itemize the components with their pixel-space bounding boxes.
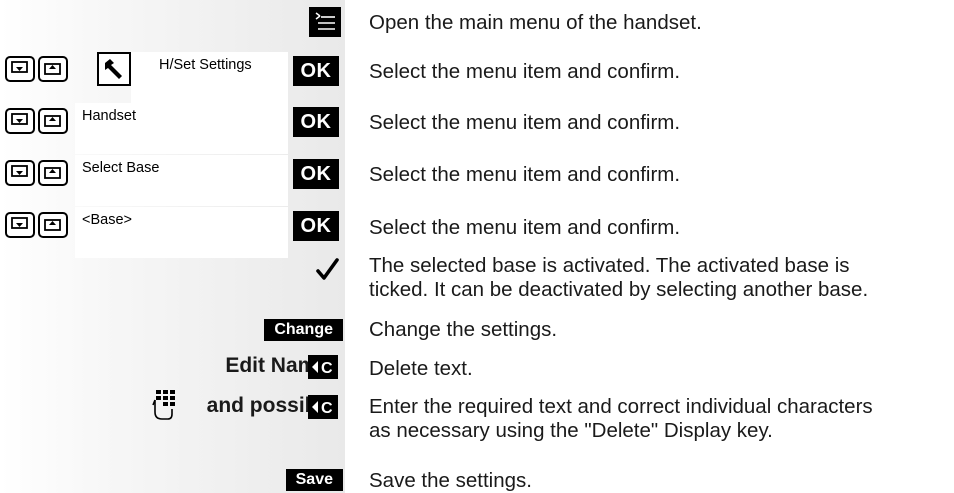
step-save: Save the settings. xyxy=(369,469,532,492)
ok-button[interactable]: OK xyxy=(293,56,339,86)
display-text: Select Base xyxy=(82,160,160,176)
save-softkey[interactable]: Save xyxy=(285,469,343,491)
ok-button[interactable]: OK xyxy=(293,211,339,241)
step-enter-line2: as necessary using the "Delete" Display … xyxy=(369,419,773,442)
display-text: H/Set Settings xyxy=(159,57,252,73)
change-softkey[interactable]: Change xyxy=(264,319,343,341)
navigate-up-icon[interactable] xyxy=(38,160,68,186)
delete-c-label: C xyxy=(321,400,333,417)
step-desc: Select the menu item and confirm. xyxy=(369,60,681,83)
display-h-set-settings: H/Set Settings xyxy=(131,52,288,103)
step-enter: Enter the required text and correct indi… xyxy=(369,395,873,443)
navigate-up-icon[interactable] xyxy=(38,212,68,238)
display-handset: Handset xyxy=(75,103,288,154)
navigate-up-icon[interactable] xyxy=(38,108,68,134)
step-activated-line1: The selected base is activated. The acti… xyxy=(369,254,850,277)
navigate-down-icon[interactable] xyxy=(5,56,35,82)
display-base: <Base> xyxy=(75,207,288,258)
step-change: Change the settings. xyxy=(369,318,558,341)
delete-c-icon[interactable]: C xyxy=(308,355,338,379)
wrench-settings-icon xyxy=(97,52,131,86)
step-activated-line2: ticked. It can be deactivated by selecti… xyxy=(369,278,869,301)
display-text: Handset xyxy=(82,108,137,124)
display-select-base: Select Base xyxy=(75,155,288,206)
navigate-down-icon[interactable] xyxy=(5,160,35,186)
navigate-down-icon[interactable] xyxy=(5,108,35,134)
keypad-hand-icon xyxy=(152,388,180,427)
step-enter-line1: Enter the required text and correct indi… xyxy=(369,395,873,418)
main-menu-icon[interactable] xyxy=(309,7,341,37)
delete-c-label: C xyxy=(321,360,333,377)
ok-button[interactable]: OK xyxy=(293,159,339,189)
step-desc: Select the menu item and confirm. xyxy=(369,216,681,239)
navigate-up-icon[interactable] xyxy=(38,56,68,82)
checkmark-icon xyxy=(315,257,341,288)
step-delete: Delete text. xyxy=(369,357,473,380)
ok-button[interactable]: OK xyxy=(293,107,339,137)
navigate-down-icon[interactable] xyxy=(5,212,35,238)
step-desc: Select the menu item and confirm. xyxy=(369,163,681,186)
step-open-menu: Open the main menu of the handset. xyxy=(369,11,702,34)
display-text: <Base> xyxy=(82,212,132,228)
step-desc: Select the menu item and confirm. xyxy=(369,111,681,134)
delete-c-icon[interactable]: C xyxy=(308,395,338,419)
step-activated: The selected base is activated. The acti… xyxy=(369,254,868,302)
